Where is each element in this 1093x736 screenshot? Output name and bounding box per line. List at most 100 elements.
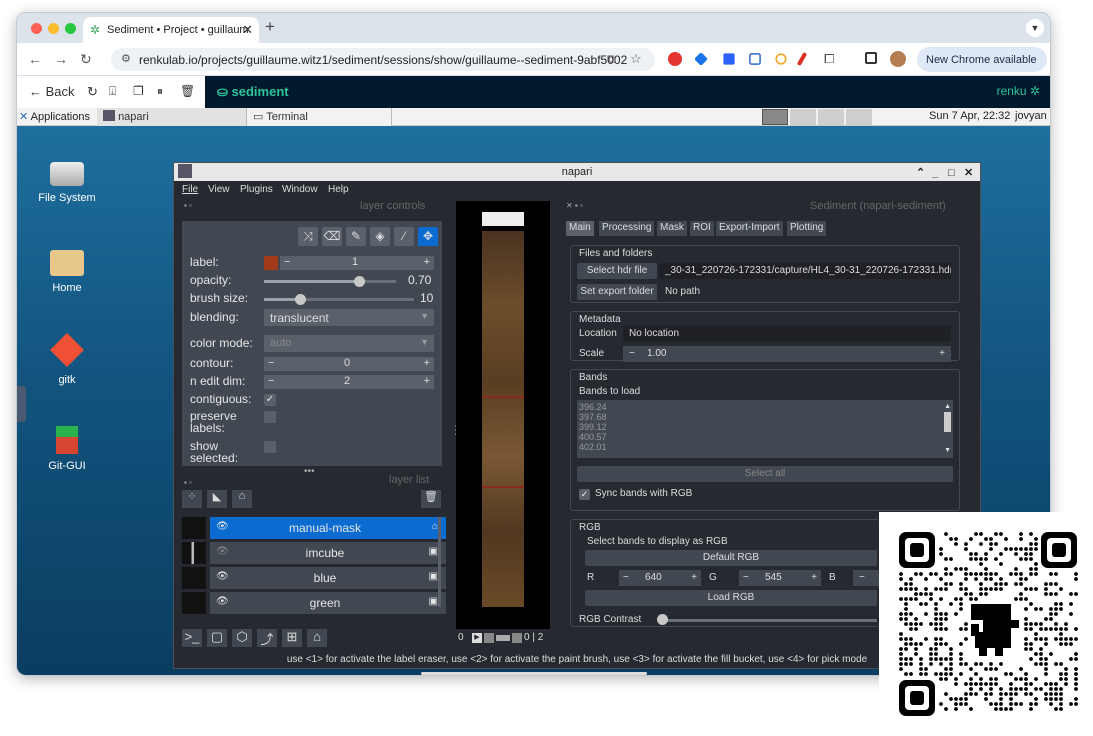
scale-spinbox[interactable]: − 1.00 + [623, 346, 951, 362]
refresh-icon[interactable]: ↻ [87, 84, 98, 100]
desktop-icon-home[interactable]: Home [27, 250, 107, 294]
back-button[interactable]: ← Back [29, 84, 75, 99]
g-spinbox[interactable]: − 545 + [739, 570, 821, 586]
step-back-icon[interactable] [484, 633, 494, 643]
dims-slider-track[interactable] [496, 635, 510, 641]
new-tab-button[interactable]: + [265, 17, 275, 37]
layer-item-green[interactable]: 👁 green ▣ [210, 592, 446, 614]
close-icon[interactable]: ✕ [964, 164, 973, 182]
desktop-icon-file-system[interactable]: File System [27, 162, 107, 204]
delete-layer-icon[interactable]: 🗑 [421, 490, 441, 508]
dock-close-float-icons[interactable]: ✕ ▪ ▫ [566, 201, 583, 210]
address-bar[interactable]: ⚙ renkulab.io/projects/guillaume.witz1/s… [111, 48, 655, 71]
maximize-window-button[interactable] [65, 23, 76, 34]
close-window-button[interactable] [31, 23, 42, 34]
erase-icon[interactable]: ⌫ [322, 227, 342, 246]
applications-menu[interactable]: ✕ Applications [19, 110, 90, 123]
workspace-1[interactable] [762, 109, 788, 125]
layer-list-scrollbar[interactable] [438, 517, 441, 607]
workspace-3[interactable] [818, 109, 844, 125]
ndisplay-toggle-icon[interactable]: ▢ [207, 629, 227, 647]
side-panel-handle[interactable] [17, 386, 26, 422]
scroll-down-icon[interactable]: ▼ [944, 446, 951, 456]
bookmark-star-icon[interactable]: ☆ [630, 51, 642, 67]
color-mode-combo[interactable]: auto ▼ [264, 335, 434, 352]
pen-extension-icon[interactable] [796, 51, 808, 67]
label-spinbox[interactable]: − 1 + [280, 256, 434, 270]
minimize-window-button[interactable] [48, 23, 59, 34]
new-chrome-button[interactable]: New Chrome available ⋮ [917, 47, 1050, 72]
extension-icon[interactable] [749, 53, 761, 65]
shade-icon[interactable]: ⌃ [916, 164, 925, 182]
opacity-handle[interactable] [354, 276, 365, 287]
menu-plugins[interactable]: Plugins [240, 184, 273, 195]
layer-item-blue[interactable]: 👁 blue ▣ [210, 567, 446, 589]
menu-view[interactable]: View [208, 184, 230, 195]
menu-file[interactable]: File [182, 184, 198, 195]
load-rgb-button[interactable]: Load RGB [585, 590, 877, 606]
install-app-icon[interactable]: ⧉ [607, 52, 616, 67]
blending-combo[interactable]: translucent ▼ [264, 309, 434, 326]
step-forward-icon[interactable] [512, 633, 522, 643]
label-color-swatch[interactable] [264, 256, 278, 270]
viewer-canvas[interactable] [456, 201, 550, 629]
console-icon[interactable]: >_ [182, 629, 202, 647]
tab-roi[interactable]: ROI [690, 221, 714, 236]
pause-icon[interactable]: ⏸ [157, 84, 163, 99]
menu-window[interactable]: Window [282, 184, 318, 195]
tab-mask[interactable]: Mask [657, 221, 687, 236]
taskbar-item-napari[interactable]: napari [97, 108, 247, 126]
pick-icon[interactable]: ⁄ [394, 227, 414, 246]
new-shapes-layer-icon[interactable]: ◣ [207, 490, 227, 508]
plus-icon[interactable]: + [939, 348, 945, 359]
desktop-icon-git-gui[interactable]: Git-GUI [27, 426, 107, 472]
delete-icon[interactable]: 🗑 [180, 84, 195, 98]
brush-size-handle[interactable] [295, 294, 306, 305]
dock-float-icon[interactable]: ▪ ▫ [184, 478, 192, 487]
extension-icon[interactable] [694, 52, 708, 66]
layer-item-imcube[interactable]: 👁 imcube ▣ [210, 542, 446, 564]
grid-view-icon[interactable]: ⊞ [282, 629, 302, 647]
menu-help[interactable]: Help [328, 184, 349, 195]
site-settings-icon[interactable]: ⚙ [121, 52, 131, 65]
tab-search-icon[interactable]: ▼ [1026, 19, 1044, 37]
default-rgb-button[interactable]: Default RGB [585, 550, 877, 566]
dock-float-icon[interactable]: ▪ ▫ [184, 201, 192, 210]
scroll-up-icon[interactable]: ▲ [944, 402, 951, 412]
copy-icon[interactable]: ❐ [133, 84, 144, 98]
band-item[interactable]: 400.57 [579, 432, 953, 442]
preserve-labels-checkbox[interactable] [264, 411, 276, 423]
minus-icon[interactable]: − [629, 348, 635, 359]
export-path-field[interactable]: No path [659, 284, 951, 300]
location-field[interactable]: No location [623, 326, 951, 342]
back-arrow-icon[interactable]: ← [28, 51, 42, 67]
user-name[interactable]: jovyan [1015, 110, 1047, 122]
dims-slider[interactable]: 0 ▶ 0 | 2 [456, 632, 550, 646]
forward-arrow-icon[interactable]: → [54, 51, 68, 67]
r-spinbox[interactable]: − 640 + [619, 570, 701, 586]
minimize-icon[interactable]: _ [932, 164, 938, 182]
side-panel-icon[interactable] [865, 52, 877, 64]
paint-brush-icon[interactable]: ✎ [346, 227, 366, 246]
extension-icon[interactable] [723, 53, 735, 65]
b-spinbox[interactable]: − [853, 570, 879, 586]
taskbar-item-terminal[interactable]: ▭ Terminal [247, 108, 392, 126]
home-icon[interactable]: ⌂ [307, 629, 327, 647]
bands-list[interactable]: 396.24 397.68 399.12 400.57 402.01 ▲ ▼ [577, 400, 953, 458]
set-export-folder-button[interactable]: Set export folder [577, 284, 657, 300]
band-item[interactable]: 397.68 [579, 412, 953, 422]
project-name[interactable]: ⛀ sediment [217, 84, 289, 100]
rgb-contrast-handle[interactable] [657, 614, 668, 625]
profile-avatar[interactable] [890, 51, 906, 67]
band-item[interactable]: 402.01 [579, 442, 953, 452]
play-icon[interactable]: ▶ [472, 633, 482, 643]
contiguous-checkbox[interactable]: ✓ [264, 394, 276, 406]
sync-bands-checkbox[interactable]: ✓ [579, 489, 590, 500]
tab-processing[interactable]: Processing [599, 221, 655, 236]
n-edit-dim-spinbox[interactable]: − 2 + [264, 375, 434, 389]
save-icon[interactable]: ⍗ [109, 84, 116, 99]
splitter-handle[interactable]: ••• [304, 466, 315, 477]
roll-dims-icon[interactable]: ⬡ [232, 629, 252, 647]
adblock-extension-icon[interactable] [668, 52, 682, 66]
new-labels-layer-icon[interactable]: ⌂ [232, 490, 252, 508]
